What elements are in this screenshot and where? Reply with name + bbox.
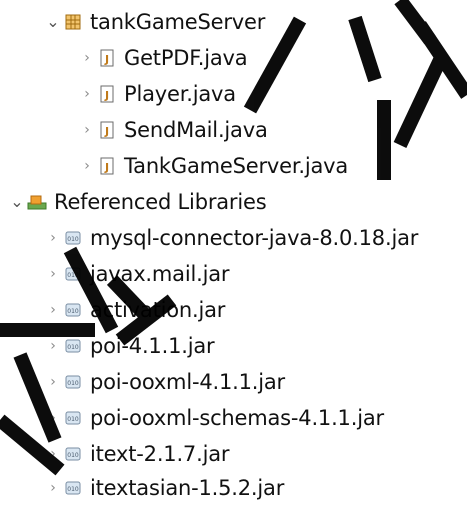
svg-text:010: 010 [67, 416, 79, 423]
svg-text:010: 010 [67, 272, 79, 279]
tree-item-label: mysql-connector-java-8.0.18.jar [90, 226, 419, 250]
tree-item-label: Referenced Libraries [54, 190, 267, 214]
tree-item-referenced-libraries[interactable]: ⌄ Referenced Libraries [8, 185, 266, 219]
chevron-right-icon[interactable]: › [78, 87, 96, 101]
svg-text:010: 010 [67, 344, 79, 351]
chevron-right-icon[interactable]: › [78, 123, 96, 137]
chevron-right-icon[interactable]: › [44, 411, 62, 425]
jar-icon: 010 [62, 407, 84, 429]
tree-item-label: TankGameServer.java [124, 154, 349, 178]
jar-icon: 010 [62, 335, 84, 357]
tree-item-jar[interactable]: › 010 javax.mail.jar [44, 257, 229, 291]
jar-icon: 010 [62, 371, 84, 393]
java-file-icon: J [96, 155, 118, 177]
chevron-right-icon[interactable]: › [44, 481, 62, 495]
chevron-right-icon[interactable]: › [44, 447, 62, 461]
chevron-right-icon[interactable]: › [44, 339, 62, 353]
svg-text:010: 010 [67, 486, 79, 493]
tree-item-label: poi-ooxml-4.1.1.jar [90, 370, 285, 394]
chevron-right-icon[interactable]: › [78, 51, 96, 65]
tree-item-label: activation.jar [90, 298, 226, 322]
tree-item-jar[interactable]: › 010 itext-2.1.7.jar [44, 437, 229, 471]
tree-item-label: GetPDF.java [124, 46, 248, 70]
tree-item-java-file[interactable]: › J GetPDF.java [78, 41, 247, 75]
chevron-right-icon[interactable]: › [44, 303, 62, 317]
tree-item-java-file[interactable]: › J TankGameServer.java [78, 149, 348, 183]
tree-item-label: Player.java [124, 82, 236, 106]
svg-text:010: 010 [67, 236, 79, 243]
java-file-icon: J [96, 83, 118, 105]
svg-text:010: 010 [67, 380, 79, 387]
tree-item-label: tankGameServer [90, 10, 266, 34]
tree-item-label: SendMail.java [124, 118, 268, 142]
tree-item-jar[interactable]: › 010 mysql-connector-java-8.0.18.jar [44, 221, 418, 255]
svg-text:J: J [104, 161, 109, 174]
tree-item-label: itextasian-1.5.2.jar [90, 476, 285, 500]
jar-icon: 010 [62, 477, 84, 499]
tree-item-jar[interactable]: › 010 itextasian-1.5.2.jar [44, 471, 284, 505]
svg-text:J: J [104, 89, 109, 102]
java-file-icon: J [96, 119, 118, 141]
java-file-icon: J [96, 47, 118, 69]
chevron-down-icon[interactable]: ⌄ [8, 194, 26, 210]
tree-item-package[interactable]: ⌄ tankGameServer [44, 5, 265, 39]
chevron-right-icon[interactable]: › [44, 375, 62, 389]
java-package-icon [62, 11, 84, 33]
tree-item-jar[interactable]: › 010 poi-ooxml-schemas-4.1.1.jar [44, 401, 384, 435]
tree-item-java-file[interactable]: › J SendMail.java [78, 113, 268, 147]
tree-item-jar[interactable]: › 010 activation.jar [44, 293, 225, 327]
tree-item-jar[interactable]: › 010 poi-ooxml-4.1.1.jar [44, 365, 285, 399]
chevron-right-icon[interactable]: › [44, 231, 62, 245]
jar-icon: 010 [62, 443, 84, 465]
chevron-right-icon[interactable]: › [44, 267, 62, 281]
tree-item-java-file[interactable]: › J Player.java [78, 77, 236, 111]
jar-icon: 010 [62, 263, 84, 285]
tree-item-label: javax.mail.jar [90, 262, 230, 286]
svg-text:010: 010 [67, 452, 79, 459]
svg-text:J: J [104, 125, 109, 138]
svg-text:J: J [104, 53, 109, 66]
tree-item-label: itext-2.1.7.jar [90, 442, 230, 466]
library-container-icon [26, 191, 48, 213]
tree-item-label: poi-ooxml-schemas-4.1.1.jar [90, 406, 384, 430]
tree-item-label: poi-4.1.1.jar [90, 334, 215, 358]
svg-text:010: 010 [67, 308, 79, 315]
tree-item-jar[interactable]: › 010 poi-4.1.1.jar [44, 329, 214, 363]
jar-icon: 010 [62, 227, 84, 249]
jar-icon: 010 [62, 299, 84, 321]
chevron-right-icon[interactable]: › [78, 159, 96, 173]
chevron-down-icon[interactable]: ⌄ [44, 14, 62, 30]
